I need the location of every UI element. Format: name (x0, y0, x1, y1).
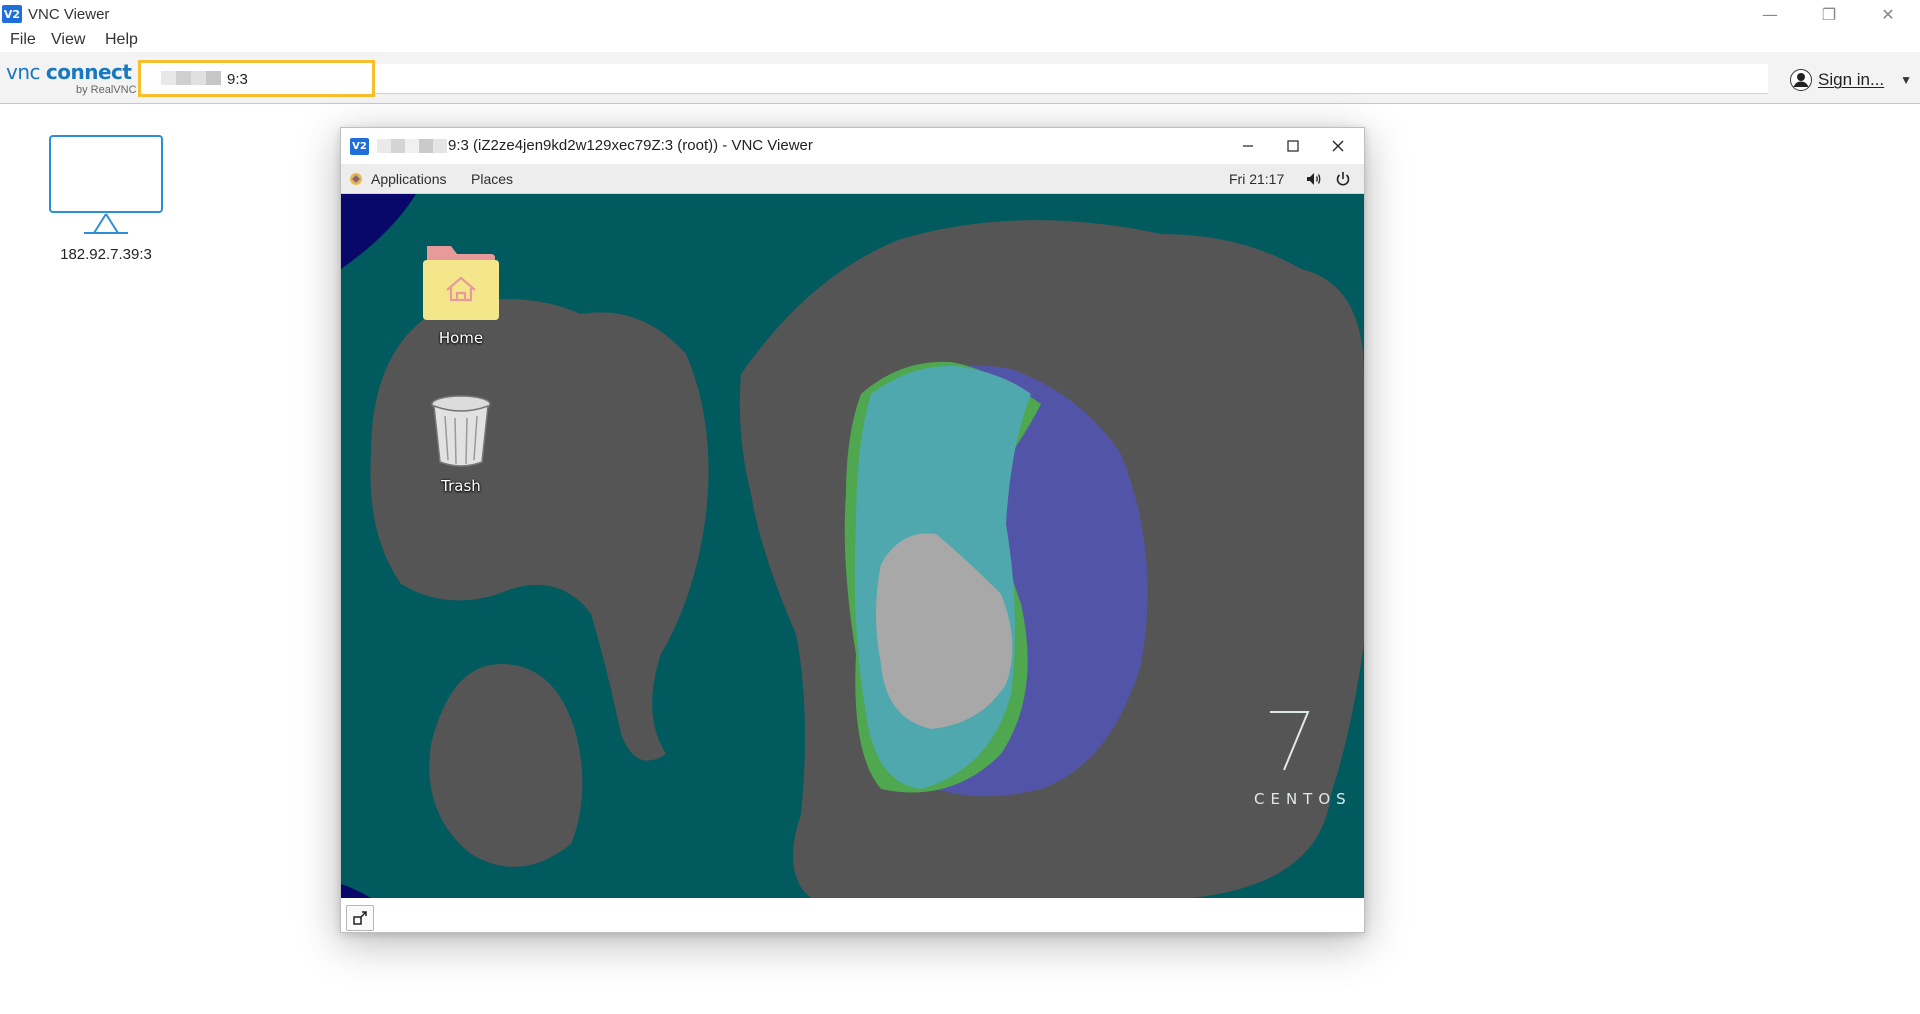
brand-wordmark: vnc connect (6, 60, 132, 84)
desktop-icon-trash[interactable]: Trash (411, 394, 511, 495)
menu-file[interactable]: File (10, 31, 36, 49)
user-icon (1790, 69, 1812, 91)
close-button[interactable]: ✕ (1860, 0, 1916, 28)
centos-logo-seven (1270, 711, 1310, 771)
vnc-session-window: V2 9:3 (iZ2ze4jen9kd2w129xec79Z:3 (root)… (340, 127, 1365, 933)
app-title: VNC Viewer (28, 6, 110, 23)
volume-icon[interactable] (1305, 170, 1323, 188)
menu-view[interactable]: View (51, 31, 85, 49)
menu-help[interactable]: Help (105, 31, 138, 49)
centos-brand-text: CENTOS (1254, 790, 1352, 808)
gnome-top-panel: Applications Places Fri 21:17 (341, 164, 1364, 194)
session-titlebar: V2 9:3 (iZ2ze4jen9kd2w129xec79Z:3 (root)… (341, 128, 1364, 168)
desktop-icon-label: Trash (441, 477, 481, 495)
session-maximize-button[interactable] (1271, 132, 1315, 160)
sign-in-label: Sign in... (1818, 70, 1885, 89)
applications-icon (350, 173, 362, 185)
power-icon[interactable] (1334, 170, 1352, 188)
brand-byline: by RealVNC (76, 84, 137, 96)
address-book-entry[interactable]: 182.92.7.39:3 (44, 134, 168, 263)
applications-menu[interactable]: Applications (371, 171, 447, 187)
close-icon (1332, 140, 1344, 152)
address-bar-extension[interactable] (375, 64, 1768, 94)
menu-bar: File View Help (0, 28, 1920, 52)
desktop-icon-label: Home (438, 329, 484, 347)
session-title: 9:3 (iZ2ze4jen9kd2w129xec79Z:3 (root)) -… (448, 137, 813, 154)
sign-in-button[interactable]: Sign in... ▼ (1790, 68, 1912, 92)
scale-icon (353, 911, 367, 925)
scale-toggle-button[interactable] (346, 905, 374, 931)
address-bar[interactable] (138, 60, 375, 97)
desktop-icon-home[interactable]: Home (411, 242, 511, 347)
session-close-button[interactable] (1316, 132, 1360, 160)
vnc-connect-brand: vnc connect by RealVNC (6, 60, 137, 100)
session-bottom-bar (341, 898, 1364, 932)
places-menu[interactable]: Places (471, 171, 513, 187)
vnc-logo-icon: V2 (2, 5, 22, 23)
entry-label: 182.92.7.39:3 (60, 246, 152, 263)
home-folder-icon (423, 246, 499, 320)
vnc-logo-icon: V2 (350, 138, 369, 155)
remote-desktop[interactable]: Home Trash CENTOS (341, 194, 1364, 898)
redacted-address-part (161, 71, 221, 85)
monitor-icon (49, 135, 163, 234)
chevron-down-icon[interactable]: ▼ (1900, 73, 1912, 87)
maximize-icon (1287, 140, 1299, 152)
trash-icon (431, 395, 491, 467)
app-titlebar: V2 VNC Viewer — ❐ ✕ (0, 0, 1920, 28)
redacted-host-part (377, 139, 447, 153)
clock[interactable]: Fri 21:17 (1229, 171, 1284, 187)
session-minimize-button[interactable] (1226, 132, 1270, 160)
minimize-button[interactable]: — (1742, 0, 1798, 28)
address-input[interactable] (227, 69, 367, 89)
toolbar: vnc connect by RealVNC Sign in... ▼ (0, 52, 1920, 104)
restore-button[interactable]: ❐ (1801, 0, 1857, 28)
minimize-icon (1243, 145, 1253, 147)
